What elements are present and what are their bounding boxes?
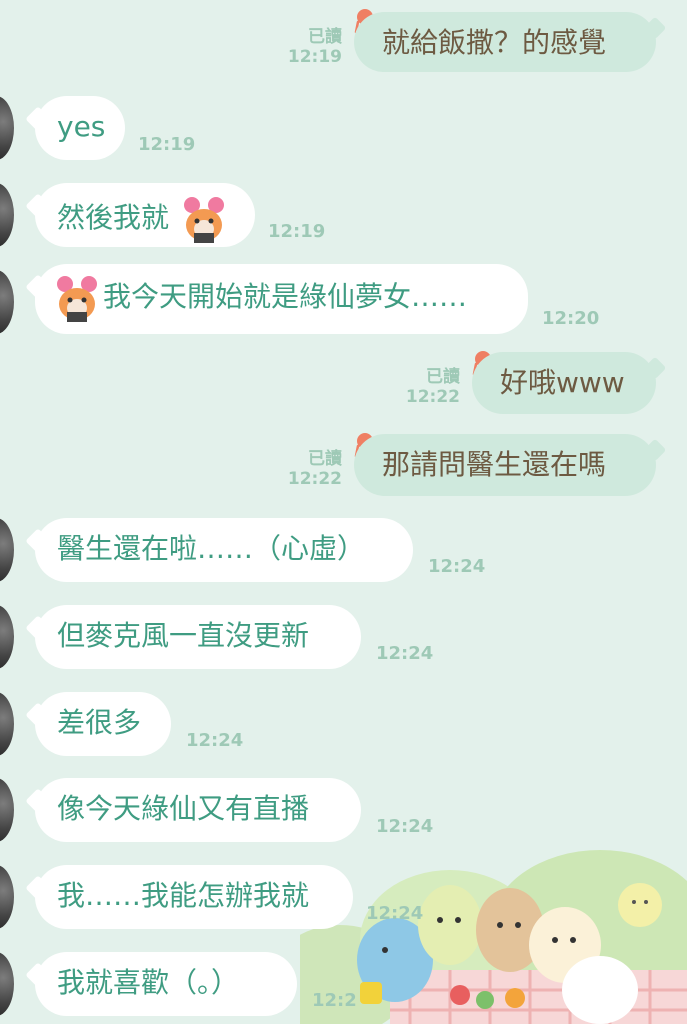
blushing-character-sticker-icon xyxy=(57,276,97,322)
incoming-message-bubble[interactable]: 醫生還在啦……（心虛） xyxy=(35,518,413,582)
message-text: 差很多 xyxy=(57,706,142,739)
sender-avatar[interactable] xyxy=(0,865,14,929)
incoming-message-bubble[interactable]: 差很多 xyxy=(35,692,171,756)
message-text: 就給飯撒？的感覺 xyxy=(382,26,607,59)
message-time: 12:24 xyxy=(186,730,244,751)
message-text: 但麥克風一直沒更新 xyxy=(57,619,310,652)
read-status: 已讀 12:22 xyxy=(287,449,342,489)
message-text: 好哦www xyxy=(500,366,625,399)
message-time: 12:2 xyxy=(312,990,357,1011)
sender-avatar[interactable] xyxy=(0,518,14,582)
message-text: 我就喜歡（。） xyxy=(57,966,240,999)
blushing-character-sticker-icon xyxy=(183,197,224,243)
message-time: 12:24 xyxy=(428,556,486,577)
incoming-message-bubble[interactable]: 我就喜歡（。） xyxy=(35,952,297,1016)
incoming-message-bubble[interactable]: 但麥克風一直沒更新 xyxy=(35,605,361,669)
read-status: 已讀 12:22 xyxy=(405,367,460,407)
message-text: 像今天綠仙又有直播 xyxy=(57,792,310,825)
message-time: 12:24 xyxy=(366,903,424,924)
outgoing-message-bubble[interactable]: 好哦www xyxy=(472,352,656,414)
sender-avatar[interactable] xyxy=(0,778,14,842)
incoming-message-bubble[interactable]: 我今天開始就是綠仙夢女…… xyxy=(35,264,528,334)
picnic-illustration xyxy=(300,850,687,1024)
message-text: 我今天開始就是綠仙夢女…… xyxy=(103,280,468,313)
sender-avatar[interactable] xyxy=(0,96,14,160)
outgoing-message-bubble[interactable]: 就給飯撒？的感覺 xyxy=(354,12,656,72)
message-text: 我……我能怎辦我就 xyxy=(57,879,310,912)
message-text: 醫生還在啦……（心虛） xyxy=(57,532,366,565)
outgoing-message-bubble[interactable]: 那請問醫生還在嗎 xyxy=(354,434,656,496)
message-time: 12:20 xyxy=(542,308,600,329)
sender-avatar[interactable] xyxy=(0,605,14,669)
message-time: 12:19 xyxy=(138,134,196,155)
incoming-message-bubble[interactable]: 我……我能怎辦我就 xyxy=(35,865,353,929)
incoming-message-bubble[interactable]: 然後我就 xyxy=(35,183,255,247)
sender-avatar[interactable] xyxy=(0,183,14,247)
sender-avatar[interactable] xyxy=(0,692,14,756)
message-time: 12:24 xyxy=(376,816,434,837)
sender-avatar[interactable] xyxy=(0,270,14,334)
message-text: yes xyxy=(57,110,106,143)
message-time: 12:19 xyxy=(268,221,326,242)
chat-wallpaper: 已讀 12:19 就給飯撒？的感覺 yes 12:19 然後我就 12:19 我… xyxy=(0,0,687,1024)
message-text: 那請問醫生還在嗎 xyxy=(382,448,607,481)
read-status: 已讀 12:19 xyxy=(287,27,342,67)
incoming-message-bubble[interactable]: 像今天綠仙又有直播 xyxy=(35,778,361,842)
sender-avatar[interactable] xyxy=(0,952,14,1016)
message-time: 12:24 xyxy=(376,643,434,664)
message-text: 然後我就 xyxy=(57,201,170,234)
incoming-message-bubble[interactable]: yes xyxy=(35,96,125,160)
